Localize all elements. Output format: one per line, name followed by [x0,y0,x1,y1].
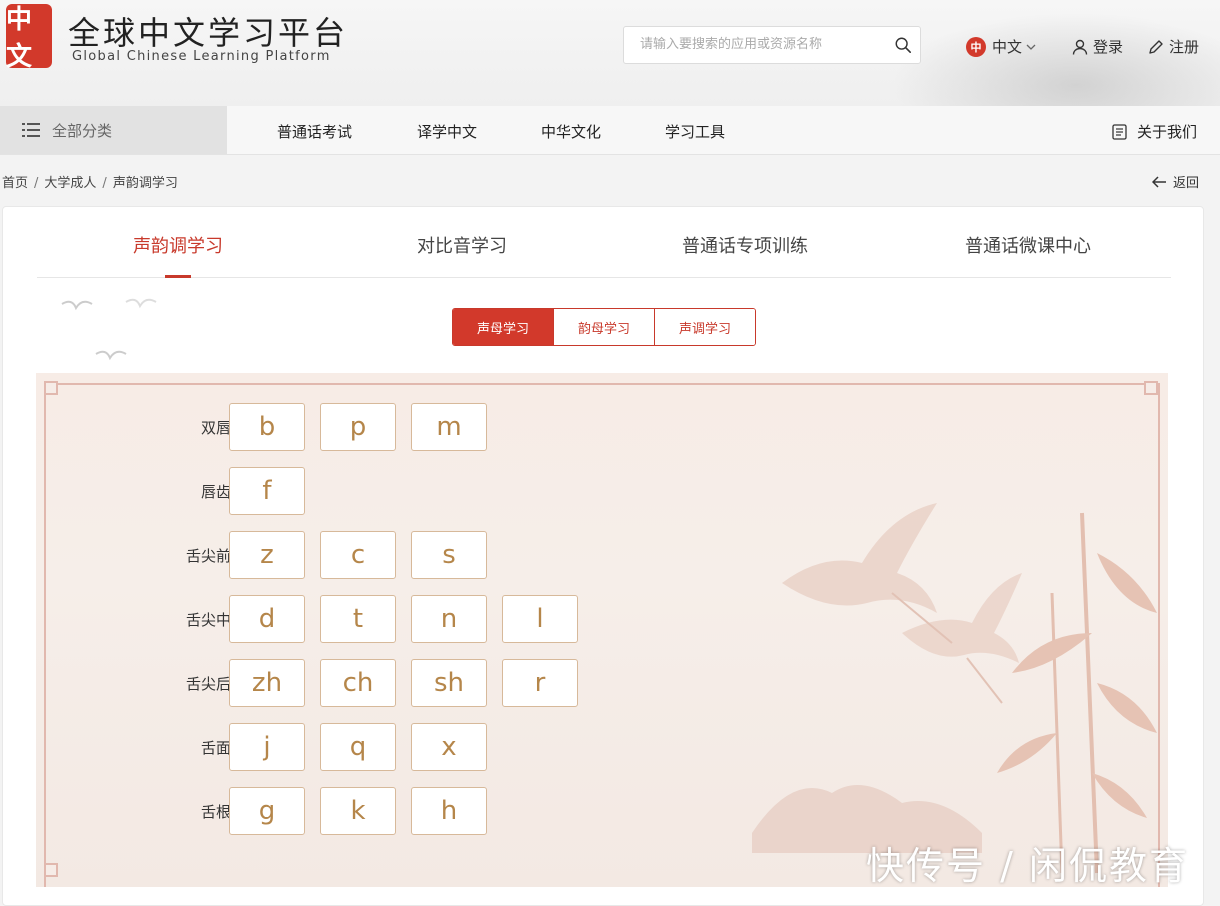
watermark-text: 快传号 / 闲侃教育 [866,844,1189,888]
main-nav: 全部分类 普通话考试 译学中文 中华文化 学习工具 关于我们 [0,106,1220,155]
breadcrumb-separator: / [34,176,39,191]
nav-item-translate-chinese[interactable]: 译学中文 [417,121,477,142]
initial-key-f[interactable]: f [229,467,305,515]
about-us-label: 关于我们 [1137,123,1198,141]
language-badge-icon: 中 [966,36,986,57]
site-header: 中文 全球中文学习平台 Global Chinese Learning Plat… [0,0,1220,106]
search-input[interactable] [638,36,882,53]
initial-key-g[interactable]: g [229,787,305,835]
frame-corner [1144,381,1158,395]
initial-key-r[interactable]: r [502,659,578,707]
tab-bar: 声韵调学习 对比音学习 普通话专项训练 普通话微课中心 [37,207,1171,278]
active-tab-indicator [165,275,191,278]
tab-initials-finals-tones[interactable]: 声韵调学习 [133,232,223,258]
initial-key-s[interactable]: s [411,531,487,579]
nav-item-putonghua-exam[interactable]: 普通话考试 [277,121,352,142]
initial-key-x[interactable]: x [411,723,487,771]
initial-key-b[interactable]: b [229,403,305,451]
segment-initials[interactable]: 声母学习 [453,309,553,345]
tab-putonghua-training[interactable]: 普通话专项训练 [682,232,808,258]
search-box[interactable] [623,26,921,64]
initial-key-q[interactable]: q [320,723,396,771]
initial-key-p[interactable]: p [320,403,396,451]
menu-list-icon [22,123,40,137]
register-label: 注册 [1169,38,1200,56]
initial-key-l[interactable]: l [502,595,578,643]
back-button[interactable]: 返回 [1152,172,1199,191]
frame-corner [44,863,58,877]
all-categories-label: 全部分类 [52,121,113,140]
initial-key-d[interactable]: d [229,595,305,643]
login-link[interactable]: 登录 [1072,36,1123,57]
language-label: 中文 [992,38,1023,56]
initial-key-t[interactable]: t [320,595,396,643]
crane-bamboo-painting [752,503,1157,874]
chevron-down-icon [1026,44,1036,50]
all-categories-button[interactable]: 全部分类 [0,106,227,154]
logo-seal[interactable]: 中文 [6,4,52,72]
initial-key-zh[interactable]: zh [229,659,305,707]
pencil-icon [1149,39,1163,54]
breadcrumb-current: 声韵调学习 [112,176,178,191]
tab-putonghua-micro-lessons[interactable]: 普通话微课中心 [965,232,1091,258]
initial-key-j[interactable]: j [229,723,305,771]
initial-key-k[interactable]: k [320,787,396,835]
nav-item-chinese-culture[interactable]: 中华文化 [541,121,601,142]
search-icon[interactable] [894,36,912,54]
site-title[interactable]: 全球中文学习平台 [68,8,348,54]
segment-finals[interactable]: 韵母学习 [553,309,654,345]
user-icon [1072,39,1088,55]
back-label: 返回 [1173,176,1200,191]
initial-key-h[interactable]: h [411,787,487,835]
segment-control: 声母学习 韵母学习 声调学习 [452,308,756,346]
language-switcher[interactable]: 中 中文 [966,36,1036,57]
initial-key-c[interactable]: c [320,531,396,579]
document-icon [1112,123,1127,140]
breadcrumb: 首页 / 大学成人 / 声韵调学习 [2,172,178,191]
breadcrumb-university-adult[interactable]: 大学成人 [44,176,96,191]
arrow-left-icon [1152,175,1166,188]
initials-panel: 双唇音 b p m 唇齿音 f 舌尖前音 z c s 舌尖中音 d t n l 舌尖后音 zh ch sh r 舌面音 j… [36,373,1168,887]
initial-key-sh[interactable]: sh [411,659,487,707]
initial-key-m[interactable]: m [411,403,487,451]
breadcrumb-home[interactable]: 首页 [2,176,28,191]
frame-corner [44,381,58,395]
segment-tones[interactable]: 声调学习 [654,309,755,345]
breadcrumb-separator: / [102,176,107,191]
initial-key-n[interactable]: n [411,595,487,643]
initial-key-z[interactable]: z [229,531,305,579]
initial-key-ch[interactable]: ch [320,659,396,707]
flying-birds-decoration [61,298,157,361]
site-subtitle: Global Chinese Learning Platform [72,49,331,64]
about-us-link[interactable]: 关于我们 [1112,121,1197,142]
tab-contrast-sounds[interactable]: 对比音学习 [417,232,507,258]
login-label: 登录 [1093,38,1124,56]
nav-item-learning-tools[interactable]: 学习工具 [665,121,725,142]
register-link[interactable]: 注册 [1148,36,1199,57]
